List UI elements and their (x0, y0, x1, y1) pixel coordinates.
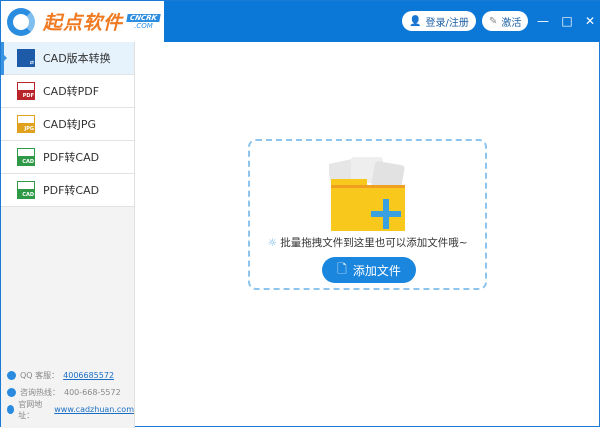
hotline-value: 400-668-5572 (64, 388, 121, 397)
activate-label: 激活 (501, 17, 522, 29)
site-label: 官网地址： (18, 399, 43, 420)
logo-badge-top: CNCRK (126, 13, 161, 22)
convert-icon: ⇄ (17, 49, 35, 67)
pdf-cad-icon: CAD (17, 148, 35, 166)
maximize-button[interactable]: □ (560, 12, 574, 30)
pdf-cad-icon: CAD (17, 181, 35, 199)
qq-link[interactable]: 4006685572 (63, 371, 114, 380)
file-add-icon: 🗋 (337, 261, 347, 276)
sidebar-item-pdf-to-cad-2[interactable]: CAD PDF转CAD (1, 174, 134, 207)
login-button[interactable]: 👤 登录/注册 (402, 11, 476, 31)
logo-icon (7, 7, 35, 36)
sidebar-item-label: PDF转CAD (43, 151, 100, 164)
drop-zone[interactable]: ☼ 批量拖拽文件到这里也可以添加文件哦~ 🗋 添加文件 (248, 139, 487, 290)
sidebar-item-pdf-to-cad[interactable]: CAD PDF转CAD (1, 141, 134, 174)
sidebar-item-cad-to-pdf[interactable]: PDF CAD转PDF (1, 75, 134, 108)
wand-icon: ✎ (489, 15, 498, 27)
browser-icon (7, 405, 15, 414)
title-bar: 起点软件 CNCRK .COM 👤 登录/注册 ✎ 激活 — □ ✕ (1, 1, 600, 42)
logo-badge-bottom: .COM (134, 21, 153, 30)
close-button[interactable]: ✕ (583, 12, 597, 30)
hotline-label: 咨询热线： (20, 388, 60, 397)
cad-pdf-icon: PDF (17, 82, 35, 100)
login-label: 登录/注册 (425, 17, 469, 29)
logo: 起点软件 CNCRK .COM (1, 1, 164, 42)
logo-text: 起点软件 (43, 12, 124, 34)
drag-tip-text: 批量拖拽文件到这里也可以添加文件哦~ (280, 237, 468, 249)
add-file-label: 添加文件 (352, 263, 401, 278)
site-link[interactable]: www.cadzhuan.com (54, 405, 134, 414)
activate-button[interactable]: ✎ 激活 (482, 11, 529, 31)
sidebar-item-cad-to-jpg[interactable]: JPG CAD转JPG (1, 108, 134, 141)
minimize-button[interactable]: — (536, 12, 550, 30)
qq-label: QQ 客服： (20, 371, 60, 380)
sidebar-item-label: PDF转CAD (43, 184, 100, 197)
contact-info: QQ 客服： 4006685572 咨询热线： 400-668-5572 官网地址：… (7, 367, 134, 420)
logo-badge: CNCRK .COM (126, 13, 161, 30)
sidebar-item-label: CAD转JPG (43, 118, 97, 131)
sidebar-item-cad-version[interactable]: ⇄ CAD版本转换 (1, 42, 134, 75)
hotline-icon (7, 388, 16, 397)
sidebar-item-label: CAD转PDF (43, 85, 100, 98)
drag-tip: ☼ 批量拖拽文件到这里也可以添加文件哦~ (250, 235, 485, 250)
user-icon: 👤 (409, 15, 422, 27)
lightbulb-icon: ☼ (267, 237, 277, 249)
cad-jpg-icon: JPG (17, 115, 35, 133)
add-file-button[interactable]: 🗋 添加文件 (322, 257, 416, 283)
sidebar: ⇄ CAD版本转换 PDF CAD转PDF JPG CAD转JPG CAD PD… (1, 42, 135, 428)
qq-icon (7, 371, 16, 380)
folder-add-icon (329, 157, 405, 231)
sidebar-item-label: CAD版本转换 (43, 52, 111, 65)
